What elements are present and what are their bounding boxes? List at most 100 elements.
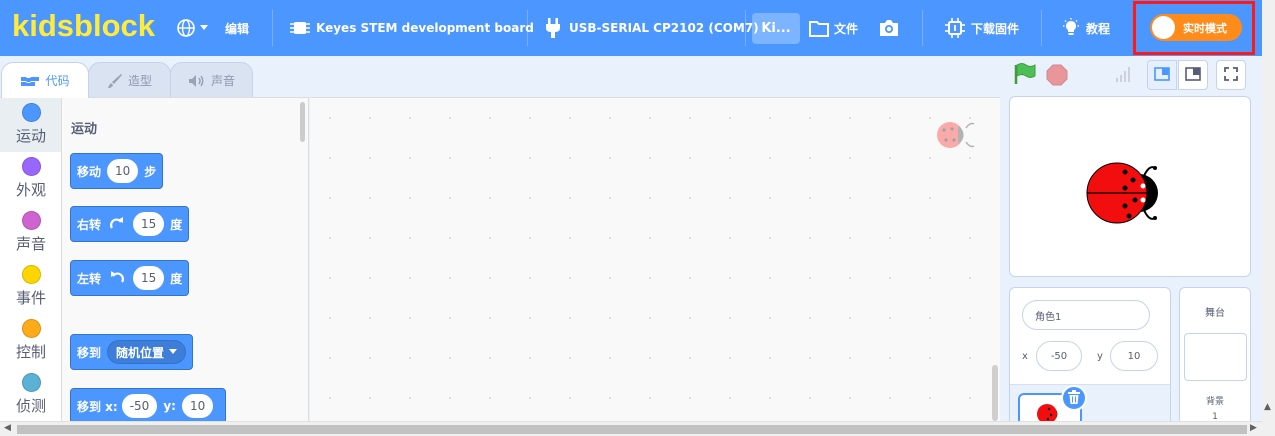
palette-scrollbar[interactable] (300, 102, 305, 142)
goto-xy-block[interactable]: 移到 x: -50 y: 10 (70, 388, 227, 424)
category-sensing[interactable]: 侦测 (0, 368, 61, 422)
tab-sounds[interactable]: 声音 (170, 62, 253, 98)
board-label: Keyes STEM development board (316, 21, 534, 35)
category-dot (21, 265, 41, 284)
ladybug-sprite[interactable] (1085, 160, 1177, 230)
goto-target-dropdown[interactable]: 随机位置 (107, 340, 187, 364)
backdrop-label: 背景 (1205, 397, 1224, 407)
large-stage-icon (1185, 66, 1201, 85)
rotate-right-icon (109, 217, 125, 231)
window-vertical-scrollbar[interactable]: ▲ (1262, 0, 1275, 436)
block-text: y: (163, 399, 176, 413)
fullscreen-button[interactable] (1216, 60, 1246, 90)
block-text: 移到 (77, 345, 102, 360)
category-motion[interactable]: 运动 (0, 98, 61, 152)
file-menu[interactable]: 文件 (809, 0, 858, 56)
x-label: x (1022, 351, 1028, 362)
edit-menu[interactable]: 编辑 (225, 0, 249, 56)
small-stage-button[interactable] (1147, 60, 1177, 90)
sprite-info-panel: 角色1 x -50 y 10 (1009, 287, 1171, 429)
y-input[interactable]: 10 (181, 394, 214, 418)
x-input[interactable]: -50 (121, 394, 158, 418)
palette-section-title: 运动 (71, 122, 98, 137)
realtime-mode-toggle[interactable]: 实时模式 (1150, 14, 1242, 41)
stop-button[interactable] (1046, 64, 1068, 90)
block-text: 移动 (77, 164, 102, 179)
firmware-menu[interactable]: 下载固件 (945, 0, 1019, 56)
fullscreen-icon (1224, 66, 1238, 85)
trash-icon (1068, 389, 1080, 408)
realtime-mode-label: 实时模式 (1183, 21, 1227, 35)
category-control[interactable]: 控制 (0, 314, 61, 368)
tab-costumes-label: 造型 (127, 74, 152, 88)
lightbulb-icon (1062, 18, 1080, 38)
firmware-icon (945, 18, 965, 38)
scroll-up-arrow-icon[interactable]: ▲ (1264, 402, 1271, 412)
green-flag-button[interactable] (1013, 63, 1037, 89)
tab-code-label: 代码 (45, 74, 70, 88)
tab-costumes[interactable]: 造型 (88, 62, 171, 98)
camera-button[interactable] (878, 0, 900, 56)
scroll-left-arrow-icon[interactable]: ◀ (4, 423, 11, 433)
scroll-right-arrow-icon[interactable]: ▶ (1250, 423, 1257, 433)
block-text: 移到 x: (77, 399, 118, 414)
large-stage-button[interactable] (1178, 60, 1208, 90)
script-workspace[interactable] (310, 97, 1000, 426)
category-dot (21, 319, 41, 338)
camera-icon (878, 19, 900, 37)
code-icon (20, 75, 40, 87)
small-stage-icon (1154, 66, 1170, 85)
category-dot (21, 157, 41, 176)
language-menu[interactable] (176, 0, 208, 56)
brush-icon (107, 73, 123, 89)
port-select[interactable]: USB-SERIAL CP2102 (COM7) (545, 0, 759, 56)
sprite-x-input[interactable]: -50 (1036, 341, 1082, 371)
stage-target-panel[interactable]: 舞台 背景 1 (1179, 287, 1251, 429)
rotate-left-icon (109, 271, 125, 285)
category-looks[interactable]: 外观 (0, 152, 61, 206)
category-label: 控制 (15, 343, 46, 361)
signal-indicator (1115, 66, 1133, 86)
steps-input[interactable]: 10 (107, 159, 139, 183)
block-text: 右转 (77, 217, 102, 232)
tutorial-menu[interactable]: 教程 (1062, 0, 1110, 56)
category-menu: 运动 外观 声音 事件 控制 侦测 (0, 97, 62, 426)
move-steps-block[interactable]: 移动 10 步 (70, 153, 164, 189)
degrees-input[interactable]: 15 (133, 266, 165, 290)
tutorial-label: 教程 (1086, 21, 1111, 36)
board-select[interactable]: Keyes STEM development board (290, 0, 534, 56)
block-palette: 运动 移动 10 步 右转 15 度 左转 15 度 移到 随机位置 移到 x:… (62, 97, 309, 426)
y-label: y (1097, 351, 1103, 362)
turn-left-block[interactable]: 左转 15 度 (70, 260, 190, 296)
sprite-y-input[interactable]: 10 (1110, 341, 1158, 371)
app-logo[interactable]: kidsblock (12, 8, 155, 44)
tab-code[interactable]: 代码 (1, 62, 89, 98)
category-events[interactable]: 事件 (0, 260, 61, 314)
stage-title: 舞台 (1205, 308, 1225, 319)
category-label: 声音 (15, 235, 46, 253)
backdrop-thumbnail[interactable] (1184, 333, 1247, 381)
plug-icon (545, 18, 561, 38)
workspace-scrollbar[interactable] (992, 365, 998, 421)
firmware-label: 下载固件 (971, 21, 1020, 36)
category-label: 外观 (15, 181, 46, 199)
window-horizontal-scrollbar[interactable]: ◀ ▶ (0, 421, 1262, 436)
category-sound[interactable]: 声音 (0, 206, 61, 260)
delete-sprite-button[interactable] (1061, 385, 1087, 411)
turn-right-block[interactable]: 右转 15 度 (70, 206, 190, 242)
degrees-input[interactable]: 15 (133, 212, 165, 236)
block-text: 步 (144, 164, 157, 179)
sprite-name-input[interactable]: 角色1 (1022, 300, 1150, 330)
chip-icon (290, 20, 310, 36)
horizontal-scroll-thumb[interactable] (17, 425, 1247, 434)
globe-icon (176, 18, 196, 38)
block-text: 度 (170, 217, 183, 232)
port-label: USB-SERIAL CP2102 (COM7) (569, 21, 759, 35)
stage-canvas[interactable] (1009, 96, 1251, 277)
category-label: 侦测 (15, 397, 46, 415)
category-label: 运动 (15, 127, 46, 145)
goto-random-block[interactable]: 移到 随机位置 (70, 334, 194, 370)
kit-button[interactable]: Ki... (752, 13, 800, 44)
category-label: 事件 (15, 289, 46, 307)
category-dot (21, 373, 41, 392)
